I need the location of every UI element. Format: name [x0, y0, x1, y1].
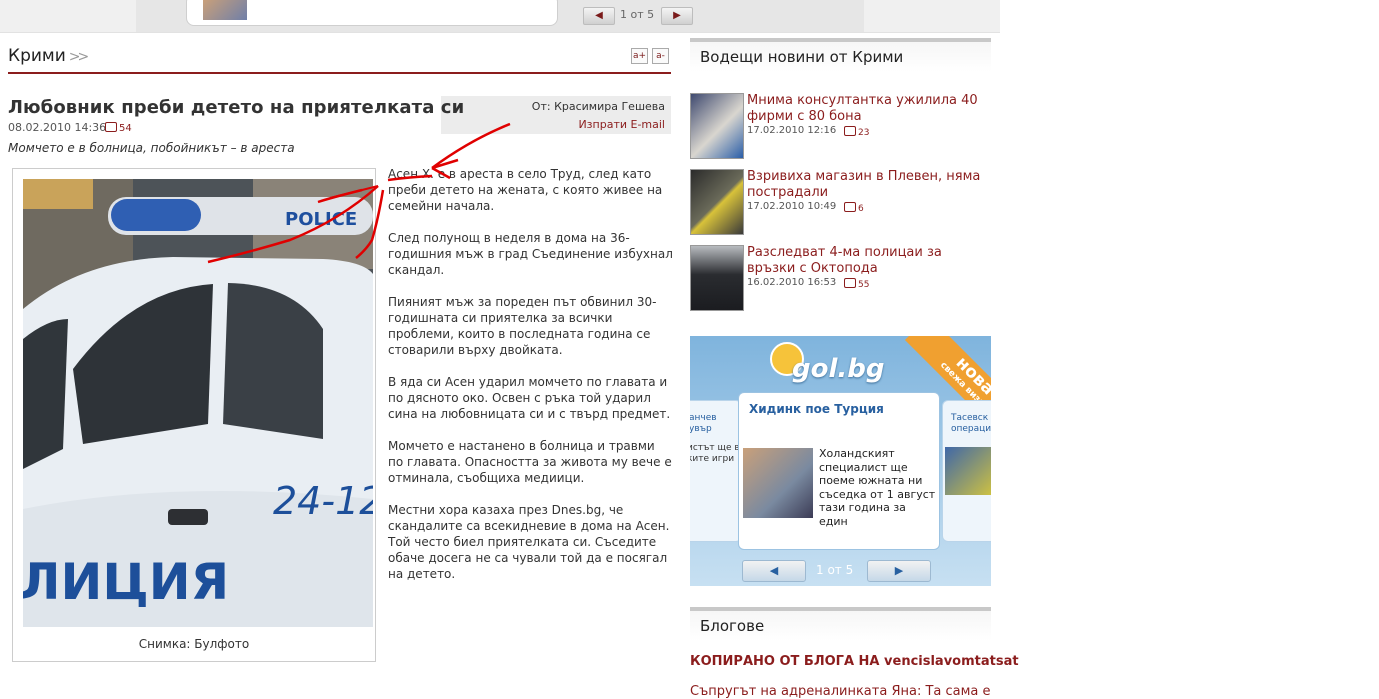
top-next-button[interactable]: ▶ — [661, 7, 693, 25]
gol-pager-text: 1 от 5 — [816, 563, 854, 577]
news-title-link[interactable]: Мнима консултантка ужилила 40 фирми с 80… — [747, 93, 987, 125]
blogs-title: Блогове — [700, 617, 765, 635]
news-title-link[interactable]: Разследват 4-ма полицаи за връзки с Окто… — [747, 245, 987, 277]
article-paragraph: Асен Х. е в ареста в село Труд, след кат… — [388, 167, 663, 213]
font-increase-button[interactable]: a+ — [631, 48, 648, 64]
send-email-link[interactable]: Изпрати E-mail — [578, 118, 665, 131]
news-thumbnail[interactable] — [690, 169, 744, 235]
side-card-text: истът ще в ките игри — [690, 443, 740, 464]
gol-card-image[interactable] — [743, 448, 813, 518]
news-date: 17.02.2010 12:16 — [747, 125, 837, 136]
comment-icon — [844, 126, 856, 136]
leading-news-title: Водещи новини от Крими — [700, 48, 904, 66]
article-comments-count[interactable]: 54 — [105, 122, 132, 134]
gol-next-button[interactable]: ▶ — [867, 560, 931, 582]
top-carousel-thumbnail[interactable] — [203, 0, 247, 20]
article-subtitle: Момчето е в болница, побойникът – в арес… — [8, 141, 295, 155]
article-photo-frame: POLICE 24-12 ЛИЦИЯ Снимка: Булфото — [12, 168, 376, 662]
gol-prev-button[interactable]: ◀ — [742, 560, 806, 582]
photo-caption: Снимка: Булфото — [138, 637, 250, 651]
news-comments[interactable]: 55 — [844, 278, 869, 290]
comment-icon — [844, 278, 856, 288]
news-comments[interactable]: 6 — [844, 202, 864, 214]
news-item[interactable]: Разследват 4-ма полицаи за връзки с Окто… — [690, 245, 991, 313]
gol-side-card-left[interactable]: анчев увър истът ще в ките игри — [690, 400, 742, 542]
gol-logo: gol.bg — [792, 354, 885, 384]
news-comments-count: 6 — [858, 204, 864, 214]
article-paragraph: Момчето е настанено в болница и травми п… — [388, 439, 672, 485]
news-item[interactable]: Взривиха магазин в Плевен, няма пострада… — [690, 169, 991, 237]
comment-icon — [844, 202, 856, 212]
article-paragraph: Местни хора казаха през Dnes.bg, че скан… — [388, 503, 670, 581]
section-title[interactable]: Крими >> — [8, 46, 90, 66]
photo-police-text: POLICE — [285, 209, 357, 230]
gol-featured-card[interactable]: Хидинк пое Турция Холандският специалист… — [738, 392, 940, 550]
leading-news-header: Водещи новини от Крими — [690, 38, 991, 72]
top-prev-button[interactable]: ◀ — [583, 7, 615, 25]
author-box: От: Красимира Гешева Изпрати E-mail — [441, 96, 671, 134]
news-thumbnail[interactable] — [690, 245, 744, 311]
news-comments-count: 55 — [858, 280, 870, 290]
comments-count-text: 54 — [119, 123, 132, 134]
news-title-link[interactable]: Взривиха магазин в Плевен, няма пострада… — [747, 169, 987, 201]
top-pager-text: 1 от 5 — [620, 8, 655, 21]
news-thumbnail[interactable] — [690, 93, 744, 159]
double-chevron-right-icon: >> — [68, 49, 90, 65]
article-body: Асен Х. е в ареста в село Труд, след кат… — [388, 166, 673, 598]
news-date: 17.02.2010 10:49 — [747, 201, 837, 212]
police-car-photo: POLICE 24-12 ЛИЦИЯ — [23, 179, 373, 627]
news-comments-count: 23 — [858, 128, 870, 138]
section-divider — [8, 72, 671, 74]
font-decrease-button[interactable]: a- — [652, 48, 669, 64]
section-title-text: Крими — [8, 46, 66, 66]
news-item[interactable]: Мнима консултантка ужилила 40 фирми с 80… — [690, 93, 991, 161]
comment-icon — [105, 122, 117, 132]
gol-card-heading[interactable]: Хидинк пое Турция — [749, 402, 884, 416]
article-date: 08.02.2010 14:36 — [8, 121, 107, 134]
blogs-header: Блогове — [690, 607, 991, 641]
blog-item-link[interactable]: КОПИРАНО ОТ БЛОГА НА vencislavomtatsat — [690, 654, 1019, 669]
gol-card-text: Холандският специалист ще поеме южната н… — [819, 447, 936, 528]
article-paragraph: След полунощ в неделя в дома на 36-годиш… — [388, 231, 673, 277]
article-paragraph: Пияният мъж за пореден път обвинил 30-го… — [388, 295, 657, 357]
side-card-title: анчев увър — [690, 413, 717, 434]
photo-number-text: 24-12 — [273, 479, 373, 523]
author-name: От: Красимира Гешева — [531, 100, 665, 113]
article-title: Любовник преби детето на приятелката си — [8, 97, 465, 118]
news-date: 16.02.2010 16:53 — [747, 277, 837, 288]
photo-word-text: ЛИЦИЯ — [23, 553, 229, 611]
gol-side-card-right[interactable]: Тасевск операци — [942, 400, 991, 542]
news-comments[interactable]: 23 — [844, 126, 869, 138]
top-carousel-strip: ◀ 1 от 5 ▶ — [0, 0, 1000, 33]
article-paragraph: В яда си Асен ударил момчето по главата … — [388, 375, 671, 421]
side-card-title: Тасевск операци — [951, 413, 991, 434]
gol-bg-banner[interactable]: gol.bg нова свежа визия анчев увър истът… — [690, 336, 991, 586]
side-card-image — [945, 447, 991, 495]
